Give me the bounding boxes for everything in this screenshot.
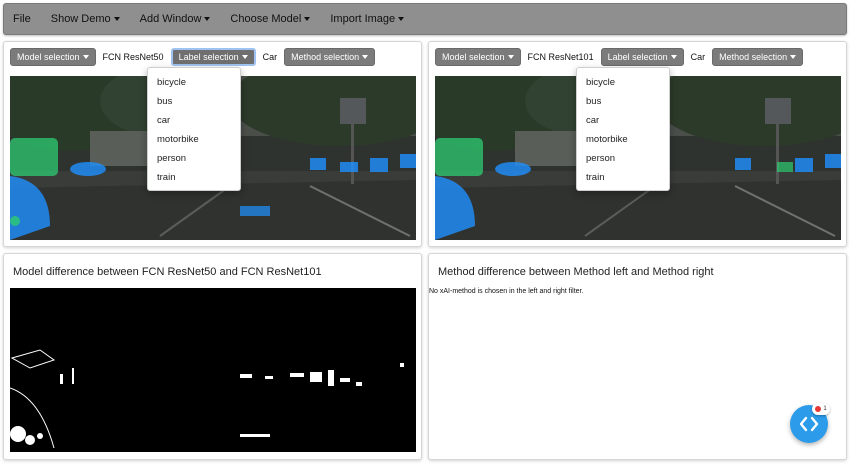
caret-down-icon: [113, 17, 120, 21]
right-model-panel: Model selection FCN ResNet101 Label sele…: [428, 41, 847, 247]
left-model-selection-label: Model selection: [17, 52, 80, 62]
top-menubar: File Show Demo Add Window Choose Model I…: [3, 3, 847, 35]
right-label-value: Car: [690, 52, 706, 62]
right-method-selection-label: Method selection: [719, 52, 788, 62]
right-label-option[interactable]: person: [577, 149, 669, 168]
method-difference-note: No xAI-method is chosen in the left and …: [429, 288, 584, 295]
method-difference-panel: Method difference between Method left an…: [428, 253, 847, 460]
left-label-option[interactable]: person: [148, 149, 240, 168]
left-label-option[interactable]: car: [148, 111, 240, 130]
method-difference-title: Method difference between Method left an…: [438, 266, 714, 278]
right-label-selection-label: Label selection: [607, 52, 668, 62]
notification-badge: 1: [812, 403, 830, 415]
left-label-option[interactable]: bus: [148, 92, 240, 111]
right-toolbar: Model selection FCN ResNet101 Label sele…: [435, 48, 804, 66]
notification-count: 1: [823, 406, 827, 412]
right-method-selection-button[interactable]: Method selection: [712, 48, 804, 66]
right-model-selection-button[interactable]: Model selection: [435, 48, 521, 66]
left-model-selection-button[interactable]: Model selection: [10, 48, 96, 66]
right-label-option[interactable]: train: [577, 168, 669, 187]
right-label-option[interactable]: bicycle: [577, 73, 669, 92]
model-difference-panel: Model difference between FCN ResNet50 an…: [3, 253, 422, 460]
left-toolbar: Model selection FCN ResNet50 Label selec…: [10, 48, 376, 66]
caret-down-icon: [82, 55, 89, 59]
caret-down-icon: [670, 55, 677, 59]
menu-file[interactable]: File: [13, 13, 31, 25]
left-model-name: FCN ResNet50: [102, 52, 164, 62]
model-difference-title: Model difference between FCN ResNet50 an…: [13, 266, 322, 278]
menu-add-window[interactable]: Add Window: [140, 13, 211, 25]
menu-choose-model-label: Choose Model: [230, 13, 302, 25]
menu-show-demo[interactable]: Show Demo: [51, 13, 120, 25]
caret-down-icon: [204, 17, 211, 21]
caret-down-icon: [241, 55, 248, 59]
right-model-name: FCN ResNet101: [527, 52, 594, 62]
caret-down-icon: [304, 17, 311, 21]
menu-choose-model[interactable]: Choose Model: [230, 13, 311, 25]
right-label-dropdown-menu: bicycle bus car motorbike person train: [576, 67, 670, 191]
left-model-panel: Model selection FCN ResNet50 Label selec…: [3, 41, 422, 247]
left-method-selection-button[interactable]: Method selection: [284, 48, 376, 66]
menu-import-image[interactable]: Import Image: [330, 13, 405, 25]
right-label-selection-button[interactable]: Label selection: [600, 48, 684, 66]
left-label-option[interactable]: train: [148, 168, 240, 187]
difference-mask-graphic: [10, 288, 416, 452]
left-label-option[interactable]: motorbike: [148, 130, 240, 149]
right-label-option[interactable]: car: [577, 111, 669, 130]
caret-down-icon: [507, 55, 514, 59]
left-label-dropdown-menu: bicycle bus car motorbike person train: [147, 67, 241, 191]
left-label-selection-label: Label selection: [178, 52, 239, 62]
notification-dot-icon: [815, 406, 822, 412]
model-difference-image: [10, 288, 416, 452]
menu-add-window-label: Add Window: [139, 13, 202, 25]
caret-down-icon: [790, 55, 797, 59]
right-model-selection-label: Model selection: [442, 52, 505, 62]
caret-down-icon: [362, 55, 369, 59]
app-root: File Show Demo Add Window Choose Model I…: [0, 0, 850, 464]
left-label-value: Car: [262, 52, 278, 62]
left-label-selection-button[interactable]: Label selection: [170, 48, 256, 66]
right-label-option[interactable]: motorbike: [577, 130, 669, 149]
right-label-option[interactable]: bus: [577, 92, 669, 111]
left-method-selection-label: Method selection: [291, 52, 360, 62]
menu-show-demo-label: Show Demo: [50, 13, 111, 25]
menu-import-image-label: Import Image: [330, 13, 396, 25]
code-brackets-icon: [799, 416, 819, 432]
menu-file-label: File: [13, 13, 31, 25]
caret-down-icon: [398, 17, 405, 21]
left-label-option[interactable]: bicycle: [148, 73, 240, 92]
